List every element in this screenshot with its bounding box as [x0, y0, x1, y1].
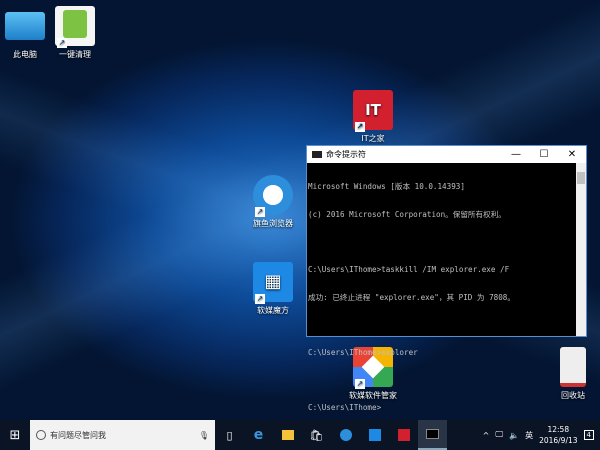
ithome-taskbar-icon[interactable] — [389, 420, 418, 450]
cortana-icon — [36, 430, 46, 440]
windows-logo-icon: ⊞ — [9, 427, 21, 443]
console-line: C:\Users\IThome> — [308, 403, 382, 413]
qiyu-browser-taskbar-icon[interactable] — [331, 420, 360, 450]
title-bar[interactable]: 命令提示符 — ☐ ✕ — [307, 146, 586, 163]
console-line: C:\Users\IThome>explorer — [308, 348, 418, 358]
console-line: (c) 2016 Microsoft Corporation。保留所有权利。 — [308, 210, 506, 220]
console-line: C:\Users\IThome>taskkill /IM explorer.ex… — [308, 265, 510, 275]
desktop-icon-ithome[interactable]: IT ↗ IT之家 — [343, 90, 403, 144]
console-line: Microsoft Windows [版本 10.0.14393] — [308, 182, 465, 192]
console-output[interactable]: Microsoft Windows [版本 10.0.14393] (c) 20… — [307, 163, 576, 412]
ime-indicator[interactable]: 英 — [525, 430, 533, 441]
ruanmei-mofang-taskbar-icon[interactable] — [360, 420, 389, 450]
clock[interactable]: 12:58 2016/9/13 — [539, 424, 577, 446]
store-icon[interactable]: 🛍 — [302, 420, 331, 450]
volume-icon[interactable]: 🔈 — [509, 431, 519, 440]
start-button[interactable]: ⊞ — [0, 428, 30, 443]
edge-icon[interactable]: e — [244, 420, 273, 450]
task-view-button[interactable]: ▯ — [215, 420, 244, 450]
network-icon[interactable]: 🖵 — [495, 430, 503, 440]
cube-icon: ▦ ↗ — [253, 262, 293, 304]
close-button[interactable]: ✕ — [558, 149, 586, 160]
chevron-up-icon[interactable]: ^ — [483, 431, 490, 440]
window-title: 命令提示符 — [326, 150, 366, 159]
cmd-icon — [312, 151, 322, 158]
console-line: 成功: 已终止进程 "explorer.exe"，其 PID 为 7808。 — [308, 292, 515, 302]
ithome-icon: IT ↗ — [353, 90, 393, 132]
maximize-button[interactable]: ☐ — [530, 149, 558, 160]
taskbar: ⊞ 有问题尽管问我 🎙 ▯ e 🛍 ^ 🖵 🔈 英 12:58 2016/9/13… — [0, 420, 600, 450]
cmd-taskbar-icon[interactable] — [418, 420, 447, 450]
microphone-icon[interactable]: 🎙 — [199, 431, 209, 440]
system-tray: ^ 🖵 🔈 英 12:58 2016/9/13 4 — [483, 424, 600, 446]
fish-browser-icon: ↗ — [253, 175, 293, 217]
minimize-button[interactable]: — — [502, 149, 530, 160]
file-explorer-icon[interactable] — [273, 420, 302, 450]
desktop-icon-qiyu-browser[interactable]: ↗ 旗鱼浏览器 — [243, 175, 303, 229]
computer-icon — [5, 12, 45, 40]
action-center-icon[interactable]: 4 — [583, 430, 594, 440]
desktop-icon-one-click-clean[interactable]: ↗ 一键清理 — [45, 6, 105, 60]
scrollbar-thumb[interactable] — [577, 172, 585, 184]
broom-icon: ↗ — [55, 6, 95, 48]
command-prompt-window[interactable]: 命令提示符 — ☐ ✕ Microsoft Windows [版本 10.0.1… — [306, 145, 587, 412]
cortana-search-box[interactable]: 有问题尽管问我 🎙 — [30, 420, 215, 450]
desktop-icon-ruanmei-mofang[interactable]: ▦ ↗ 软媒魔方 — [243, 262, 303, 316]
vertical-scrollbar[interactable] — [576, 163, 586, 336]
